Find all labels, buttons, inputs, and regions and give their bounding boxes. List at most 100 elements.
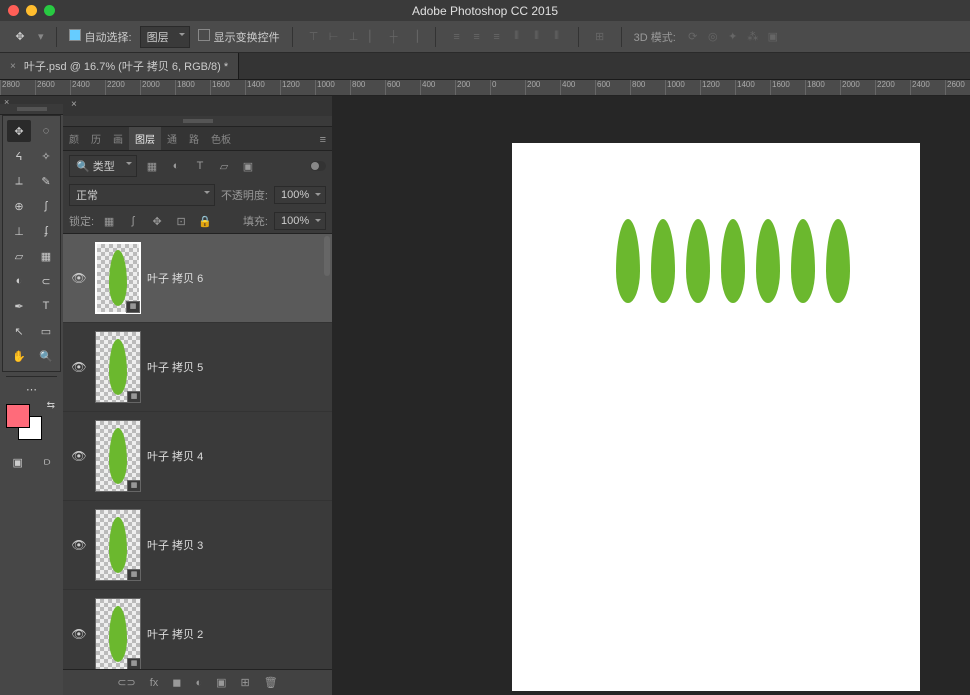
layer-name[interactable]: 叶子 拷贝 3 <box>147 537 203 553</box>
ellipsis-tool[interactable]: ⋯ <box>0 381 63 398</box>
filter-shape-icon[interactable]: ▱ <box>215 157 233 175</box>
new-layer-icon[interactable]: ⊞ <box>241 676 250 689</box>
layer-name[interactable]: 叶子 拷贝 4 <box>147 448 203 464</box>
tab-history[interactable]: 历 <box>85 127 107 150</box>
layer-row[interactable]: 👁 ▦ 叶子 拷贝 4 <box>63 412 332 501</box>
move-tool-icon[interactable]: ✥ <box>10 27 30 47</box>
blend-mode-dropdown[interactable]: 正常 <box>69 184 215 206</box>
type-tool[interactable]: T <box>34 295 58 317</box>
filter-adjust-icon[interactable]: ◐ <box>167 157 185 175</box>
fx-icon[interactable]: fx <box>150 677 159 689</box>
orbit-icon[interactable]: ⟳ <box>684 28 702 46</box>
lock-position-icon[interactable]: ✥ <box>148 212 166 230</box>
layer-row[interactable]: 👁▦叶子 拷贝 2 <box>63 590 332 669</box>
eyedropper-tool[interactable]: ✎ <box>34 170 58 192</box>
layer-name[interactable]: 叶子 拷贝 2 <box>147 626 203 642</box>
path-tool[interactable]: ↖ <box>7 320 31 342</box>
layer-row[interactable]: 👁 ▦ 叶子 拷贝 5 <box>63 323 332 412</box>
close-window[interactable] <box>8 5 19 16</box>
pen-tool[interactable]: ✒ <box>7 295 31 317</box>
layer-thumbnail[interactable]: ▦ <box>95 242 141 314</box>
visibility-icon[interactable]: 👁 <box>69 360 89 374</box>
align-vcenter-icon[interactable]: ⊢ <box>325 28 343 46</box>
marquee-tool[interactable]: ◌ <box>34 120 58 142</box>
scrollbar-thumb[interactable] <box>324 236 330 276</box>
adjustment-icon[interactable]: ◐ <box>195 677 202 689</box>
visibility-icon[interactable]: 👁 <box>69 449 89 463</box>
auto-select-checkbox[interactable]: 自动选择: <box>69 29 132 45</box>
dodge-tool[interactable]: ⊂ <box>34 270 58 292</box>
visibility-icon[interactable]: 👁 <box>69 627 89 641</box>
layer-thumbnail[interactable]: ▦ <box>95 509 141 581</box>
auto-select-dropdown[interactable]: 图层 <box>140 26 190 48</box>
lock-transparent-icon[interactable]: ▦ <box>100 212 118 230</box>
dolly-icon[interactable]: ✦ <box>724 28 742 46</box>
visibility-icon[interactable]: 👁 <box>69 538 89 552</box>
ruler-horizontal[interactable]: 2800260024002200200018001600140012001000… <box>0 80 970 96</box>
filter-smart-icon[interactable]: ▣ <box>239 157 257 175</box>
align-bottom-icon[interactable]: ⊥ <box>345 28 363 46</box>
hand-tool[interactable]: ✋ <box>7 345 31 367</box>
document-canvas[interactable] <box>512 143 920 691</box>
wand-tool[interactable]: ✧ <box>34 145 58 167</box>
quickmask-tool[interactable]: ▣ <box>13 456 23 469</box>
layer-thumbnail[interactable]: ▦ <box>95 331 141 403</box>
close-narrow-icon[interactable]: × <box>63 96 85 116</box>
filter-type-icon[interactable]: T <box>191 157 209 175</box>
align-top-icon[interactable]: ⊤ <box>305 28 323 46</box>
filter-kind-dropdown[interactable]: 🔍 类型 <box>69 155 137 177</box>
history-brush-tool[interactable]: ʄ <box>34 220 58 242</box>
tab-color[interactable]: 颜 <box>63 127 85 150</box>
visibility-icon[interactable]: 👁 <box>69 271 89 285</box>
layer-name[interactable]: 叶子 拷贝 5 <box>147 359 203 375</box>
filter-pixel-icon[interactable]: ▦ <box>143 157 161 175</box>
move-tool[interactable]: ✥ <box>7 120 31 142</box>
slide-icon[interactable]: ⁂ <box>744 28 762 46</box>
minimize-window[interactable] <box>26 5 37 16</box>
align-left-icon[interactable]: ▏ <box>365 28 383 46</box>
layer-row[interactable]: 👁 ▦ 叶子 拷贝 6 <box>63 234 332 323</box>
filter-switch[interactable] <box>310 161 326 171</box>
camera-icon[interactable]: ▣ <box>764 28 782 46</box>
document-tab[interactable]: × 叶子.psd @ 16.7% (叶子 拷贝 6, RGB/8) * <box>0 53 239 79</box>
swap-colors-icon[interactable]: ⇆ <box>47 400 55 411</box>
close-tab-icon[interactable]: × <box>10 61 16 72</box>
maximize-window[interactable] <box>44 5 55 16</box>
tab-swatches[interactable]: 色板 <box>205 127 237 150</box>
screenmode-tool[interactable]: ⫐ <box>44 456 50 469</box>
stamp-tool[interactable]: ⊥ <box>7 220 31 242</box>
blur-tool[interactable]: ◐ <box>7 270 31 292</box>
pan-icon[interactable]: ◎ <box>704 28 722 46</box>
panel-menu-icon[interactable]: ≡ <box>314 130 332 150</box>
layer-row[interactable]: 👁 ▦ 叶子 拷贝 3 <box>63 501 332 590</box>
link-icon[interactable]: ⊂⊃ <box>117 676 135 689</box>
show-transform-checkbox[interactable]: 显示变换控件 <box>198 29 280 45</box>
shape-tool[interactable]: ▭ <box>34 320 58 342</box>
crop-tool[interactable]: ⟂ <box>7 170 31 192</box>
healing-tool[interactable]: ⊕ <box>7 195 31 217</box>
lock-paint-icon[interactable]: ʃ <box>124 212 142 230</box>
eraser-tool[interactable]: ▱ <box>7 245 31 267</box>
brush-tool[interactable]: ʃ <box>34 195 58 217</box>
mask-icon[interactable]: ◼ <box>172 676 181 689</box>
trash-icon[interactable]: 🗑 <box>264 676 278 689</box>
group-icon[interactable]: ▣ <box>216 676 226 689</box>
gradient-tool[interactable]: ▦ <box>34 245 58 267</box>
tab-layers[interactable]: 图层 <box>129 127 161 150</box>
align-right-icon[interactable]: ▕ <box>405 28 423 46</box>
lock-nest-icon[interactable]: ⊡ <box>172 212 190 230</box>
layer-name[interactable]: 叶子 拷贝 6 <box>147 270 203 286</box>
zoom-tool[interactable]: 🔍 <box>34 345 58 367</box>
fill-field[interactable]: 100% <box>274 212 326 230</box>
align-hcenter-icon[interactable]: ┼ <box>385 28 403 46</box>
tab-channels[interactable]: 通 <box>161 127 183 150</box>
opacity-field[interactable]: 100% <box>274 186 326 204</box>
layer-thumbnail[interactable]: ▦ <box>95 420 141 492</box>
canvas-area[interactable] <box>332 96 970 695</box>
tab-paths[interactable]: 路 <box>183 127 205 150</box>
fg-color[interactable] <box>6 404 30 428</box>
tab-brush[interactable]: 画 <box>107 127 129 150</box>
color-swatch[interactable]: ⇆ <box>0 398 63 450</box>
lasso-tool[interactable]: ᔦ <box>7 145 31 167</box>
lock-all-icon[interactable]: 🔒 <box>196 212 214 230</box>
